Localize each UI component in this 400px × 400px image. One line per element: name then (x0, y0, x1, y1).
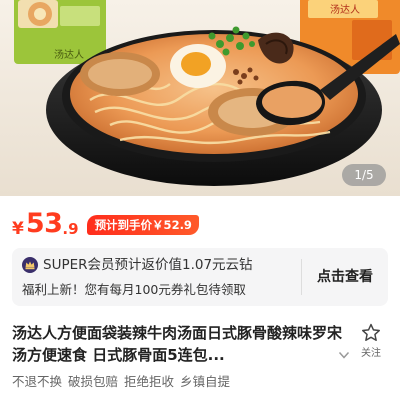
gallery-page-indicator: 1/5 (342, 164, 386, 186)
super-member-card[interactable]: SUPER会员预计返价值1.07元云钻 福利上新！您有每月100元券礼包待领取 … (12, 248, 388, 306)
svg-text:汤达人: 汤达人 (54, 48, 84, 61)
left-package: 汤达人 (14, 0, 106, 64)
favorite-label: 关注 (361, 348, 381, 359)
price-decimal: .9 (62, 220, 79, 238)
service-tag: 拒绝拒收 (124, 374, 175, 389)
service-tag: 乡镇自提 (180, 374, 231, 389)
price-integer: 53 (25, 208, 63, 239)
service-tags: 不退不换 破损包赔 拒绝拒收 乡镇自提 (12, 373, 230, 391)
price-currency: ¥ (12, 219, 24, 239)
favorite-button[interactable]: 关注 (338, 322, 386, 361)
svg-text:汤达人: 汤达人 (330, 3, 360, 16)
star-icon (362, 323, 380, 341)
chevron-down-icon[interactable] (338, 350, 350, 360)
super-coupon-text: 福利上新！您有每月100元券礼包待领取 (22, 282, 246, 297)
service-tag: 破损包赔 (68, 374, 119, 389)
product-title: 汤达人方便面袋装辣牛肉汤面日式豚骨酸辣味罗宋汤方便速食 日式豚骨面5连包... (12, 324, 342, 364)
ramen-product-photo: 汤达人 汤达人 (0, 0, 400, 196)
crown-icon (22, 257, 38, 273)
product-image-gallery[interactable]: 汤达人 汤达人 1/5 (0, 0, 400, 196)
price-row: ¥ 53 .9 预计到手价￥52.9 (12, 204, 199, 240)
service-tag: 不退不换 (12, 374, 63, 389)
view-details-button[interactable]: 点击查看 (302, 248, 388, 306)
estimated-price-badge: 预计到手价￥52.9 (86, 215, 199, 235)
super-cashback-text: SUPER会员预计返价值1.07元云钻 (43, 257, 253, 273)
